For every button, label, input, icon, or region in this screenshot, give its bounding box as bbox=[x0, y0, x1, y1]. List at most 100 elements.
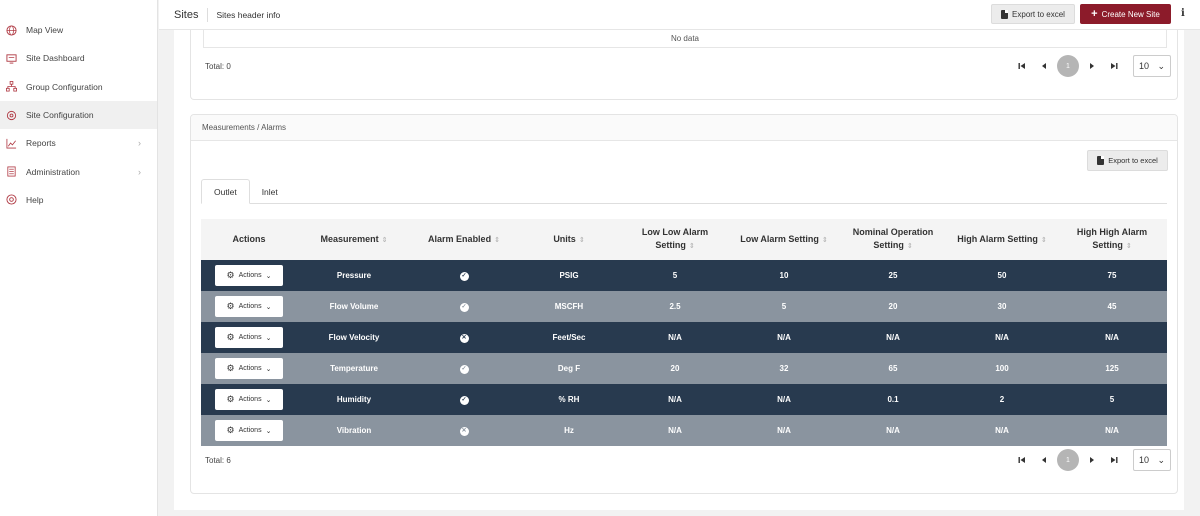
column-header-label: Nominal Operation Setting bbox=[852, 227, 934, 250]
first-page-icon[interactable] bbox=[1011, 55, 1033, 77]
sidebar-item-administration[interactable]: Administration › bbox=[0, 157, 157, 185]
x-circle-icon: ✕ bbox=[459, 334, 469, 343]
column-header[interactable]: Low Alarm Setting ⇕ bbox=[729, 219, 839, 260]
chevron-down-icon: ⌄ bbox=[265, 272, 272, 280]
column-header[interactable]: Low Low Alarm Setting ⇕ bbox=[621, 219, 729, 260]
column-header[interactable]: High High Alarm Setting ⇕ bbox=[1057, 219, 1167, 260]
export-to-excel-button[interactable]: Export to excel bbox=[991, 4, 1075, 24]
first-page-icon[interactable] bbox=[1011, 449, 1033, 471]
create-new-site-button[interactable]: + Create New Site bbox=[1080, 4, 1171, 24]
sidebar-item-reports[interactable]: Reports › bbox=[0, 129, 157, 157]
nominal-cell: 20 bbox=[839, 291, 947, 322]
export-label: Export to excel bbox=[1108, 156, 1158, 165]
gear-icon: ⚙ bbox=[226, 425, 235, 435]
last-page-icon[interactable] bbox=[1103, 55, 1125, 77]
high-high-cell: 75 bbox=[1057, 260, 1167, 291]
prev-page-icon[interactable] bbox=[1033, 449, 1055, 471]
sidebar-item-site-dashboard[interactable]: Site Dashboard bbox=[0, 44, 157, 72]
chevron-down-icon: ⌄ bbox=[265, 334, 272, 342]
sort-icon: ⇕ bbox=[906, 243, 913, 250]
gear-icon: ⚙ bbox=[226, 301, 235, 311]
lifebuoy-icon bbox=[4, 193, 18, 207]
gear-icon: ⚙ bbox=[226, 332, 235, 342]
row-actions-button[interactable]: ⚙ Actions ⌄ bbox=[215, 265, 283, 286]
high-cell: N/A bbox=[947, 322, 1057, 353]
next-page-icon[interactable] bbox=[1081, 449, 1103, 471]
chevron-down-icon: ⌄ bbox=[265, 365, 272, 373]
column-header[interactable]: Units ⇕ bbox=[517, 219, 621, 260]
building-icon bbox=[4, 165, 18, 179]
actions-label: Actions bbox=[238, 427, 262, 434]
page-size-value: 10 bbox=[1139, 61, 1150, 71]
row-actions-button[interactable]: ⚙ Actions ⌄ bbox=[215, 327, 283, 348]
column-header[interactable]: Nominal Operation Setting ⇕ bbox=[839, 219, 947, 260]
sidebar-item-label: Site Configuration bbox=[26, 110, 94, 121]
sidebar-item-label: Site Dashboard bbox=[26, 53, 85, 64]
nominal-cell: N/A bbox=[839, 322, 947, 353]
plus-icon: + bbox=[1091, 8, 1098, 20]
sidebar-item-help[interactable]: Help bbox=[0, 186, 157, 214]
low-cell: 32 bbox=[729, 353, 839, 384]
measurement-cell: Temperature bbox=[297, 353, 411, 384]
current-page[interactable]: 1 bbox=[1057, 449, 1079, 471]
column-header[interactable]: High Alarm Setting ⇕ bbox=[947, 219, 1057, 260]
units-cell: % RH bbox=[517, 384, 621, 415]
measurements-pagination: 1 10 ⌄ bbox=[1011, 449, 1171, 471]
actions-label: Actions bbox=[238, 365, 262, 372]
low-cell: N/A bbox=[729, 322, 839, 353]
low-cell: 5 bbox=[729, 291, 839, 322]
table-row: ⚙ Actions ⌄ Flow Velocity ✕ Feet/Sec N/A N/A N/A… bbox=[201, 322, 1167, 353]
table-row: ⚙ Actions ⌄ Vibration ✕ Hz N/A N/A N/A N/A N/A bbox=[201, 415, 1167, 446]
high-cell: N/A bbox=[947, 415, 1057, 446]
low-cell: N/A bbox=[729, 384, 839, 415]
page-size-select[interactable]: 10 ⌄ bbox=[1133, 55, 1171, 77]
sidebar-item-site-configuration[interactable]: Site Configuration bbox=[0, 100, 157, 130]
column-header[interactable]: Measurement ⇕ bbox=[297, 219, 411, 260]
alarm-enabled-cell: ✓ bbox=[411, 353, 517, 384]
nominal-cell: 0.1 bbox=[839, 384, 947, 415]
table-header-row: Actions Measurement ⇕ Alarm Enabled ⇕ Units ⇕ L… bbox=[201, 219, 1167, 260]
sidebar-item-group-configuration[interactable]: Group Configuration bbox=[0, 73, 157, 101]
next-page-icon[interactable] bbox=[1081, 55, 1103, 77]
actions-cell: ⚙ Actions ⌄ bbox=[201, 291, 297, 322]
alarm-enabled-cell: ✓ bbox=[411, 384, 517, 415]
info-icon[interactable]: i bbox=[1181, 8, 1185, 19]
units-cell: MSCFH bbox=[517, 291, 621, 322]
prev-page-icon[interactable] bbox=[1033, 55, 1055, 77]
gear-icon: ⚙ bbox=[226, 394, 235, 404]
row-actions-button[interactable]: ⚙ Actions ⌄ bbox=[215, 420, 283, 441]
tab-inlet[interactable]: Inlet bbox=[250, 179, 290, 204]
file-excel-icon bbox=[1097, 156, 1105, 165]
row-actions-button[interactable]: ⚙ Actions ⌄ bbox=[215, 389, 283, 410]
nominal-cell: 65 bbox=[839, 353, 947, 384]
alarm-enabled-cell: ✕ bbox=[411, 322, 517, 353]
alarm-enabled-cell: ✕ bbox=[411, 415, 517, 446]
low-low-cell: N/A bbox=[621, 415, 729, 446]
sidebar-item-map-view[interactable]: Map View bbox=[0, 16, 157, 44]
sort-icon: ⇕ bbox=[688, 243, 695, 250]
measurements-export-button[interactable]: Export to excel bbox=[1087, 150, 1168, 171]
row-actions-button[interactable]: ⚙ Actions ⌄ bbox=[215, 296, 283, 317]
file-excel-icon bbox=[1001, 9, 1009, 19]
page-size-select[interactable]: 10 ⌄ bbox=[1133, 449, 1171, 471]
column-header-label: Actions bbox=[232, 234, 266, 244]
high-high-cell: 5 bbox=[1057, 384, 1167, 415]
last-page-icon[interactable] bbox=[1103, 449, 1125, 471]
chart-line-icon bbox=[4, 136, 18, 150]
site-gear-icon bbox=[4, 108, 18, 122]
row-actions-button[interactable]: ⚙ Actions ⌄ bbox=[215, 358, 283, 379]
units-cell: Deg F bbox=[517, 353, 621, 384]
column-header[interactable]: Alarm Enabled ⇕ bbox=[411, 219, 517, 260]
high-cell: 50 bbox=[947, 260, 1057, 291]
actions-label: Actions bbox=[238, 303, 262, 310]
low-low-cell: 20 bbox=[621, 353, 729, 384]
actions-cell: ⚙ Actions ⌄ bbox=[201, 415, 297, 446]
high-cell: 30 bbox=[947, 291, 1057, 322]
page-size-value: 10 bbox=[1139, 455, 1150, 465]
high-cell: 2 bbox=[947, 384, 1057, 415]
actions-cell: ⚙ Actions ⌄ bbox=[201, 260, 297, 291]
sites-total-count: Total: 0 bbox=[205, 62, 231, 71]
sidebar-item-label: Reports bbox=[26, 138, 56, 149]
tab-outlet[interactable]: Outlet bbox=[201, 179, 250, 204]
current-page[interactable]: 1 bbox=[1057, 55, 1079, 77]
